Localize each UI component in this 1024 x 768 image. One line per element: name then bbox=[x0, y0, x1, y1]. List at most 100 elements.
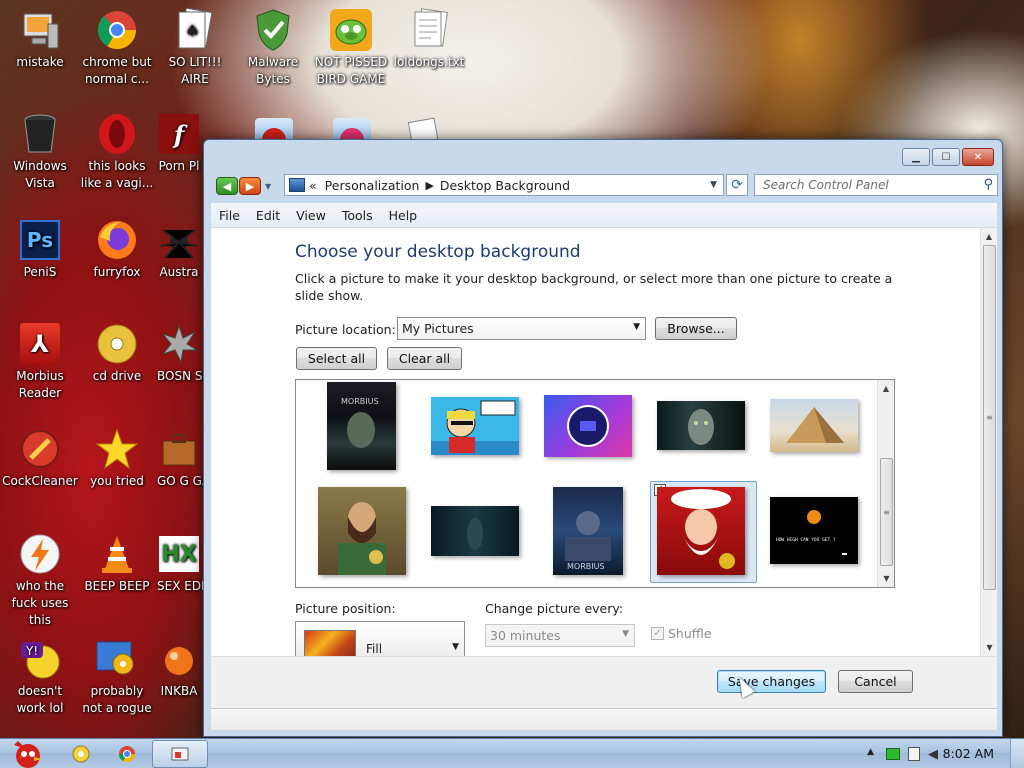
thumbnail-purple-logo[interactable] bbox=[544, 395, 632, 457]
menu-help[interactable]: Help bbox=[381, 208, 426, 223]
desktop-icon-spider[interactable]: Austra bbox=[155, 218, 203, 281]
partial-pig-icon bbox=[333, 118, 371, 140]
picture-location-select[interactable]: My Pictures ▼ bbox=[397, 317, 646, 340]
desktop-icon-morbius-reader[interactable]: ⅄ Morbius Reader bbox=[0, 322, 80, 402]
desktop-icon-furryfox[interactable]: furryfox bbox=[77, 218, 157, 281]
desktop-icon-probably-not-rogue[interactable]: probably not a rogue bbox=[77, 637, 157, 717]
desktop-icon-cockcleaner[interactable]: CockCleaner bbox=[0, 427, 80, 490]
menu-file[interactable]: File bbox=[211, 208, 248, 223]
breadcrumb-desktop-background[interactable]: Desktop Background bbox=[440, 178, 570, 193]
back-button[interactable]: ◀ bbox=[216, 177, 238, 195]
gallery-scroll-up-icon[interactable]: ▲ bbox=[878, 380, 894, 397]
gears-icon bbox=[95, 637, 139, 681]
thumbnail-pyramid[interactable] bbox=[770, 399, 858, 452]
pdf-reader-icon: ⅄ bbox=[18, 322, 62, 366]
breadcrumb-separator-icon[interactable]: ▶ bbox=[425, 179, 433, 192]
breadcrumb-prefix[interactable]: « bbox=[309, 178, 317, 193]
close-button[interactable]: ✕ bbox=[962, 148, 994, 166]
desktop-icon-bird-game[interactable]: NOT PISSED BIRD GAME bbox=[311, 8, 391, 88]
tray-battery-icon[interactable] bbox=[886, 748, 900, 760]
gallery-scroll-down-icon[interactable]: ▼ bbox=[878, 570, 894, 587]
desktop-icon-solitaire[interactable]: ♠ SO LIT!!! AIRE bbox=[155, 8, 235, 88]
thumbnail-morbius-poster-2[interactable]: MORBIUS bbox=[553, 487, 623, 575]
picture-position-select[interactable]: Fill ▼ bbox=[295, 621, 465, 656]
desktop-icon-loldongs[interactable]: loldongs.txt bbox=[389, 8, 469, 71]
inkball-icon bbox=[157, 637, 201, 681]
refresh-button[interactable]: ⟳ bbox=[726, 174, 748, 196]
search-placeholder: Search Control Panel bbox=[763, 178, 889, 192]
picture-location-value: My Pictures bbox=[402, 321, 474, 336]
menu-edit[interactable]: Edit bbox=[248, 208, 288, 223]
thumbnail-game-screen[interactable]: HOW HIGH CAN YOU GET ? bbox=[770, 497, 858, 564]
taskbar-chrome-button[interactable] bbox=[112, 740, 142, 768]
picture-position-value: Fill bbox=[366, 642, 383, 656]
maximize-button[interactable]: ☐ bbox=[932, 148, 960, 166]
partial-text-file-icon bbox=[405, 116, 445, 140]
desktop-icon-you-tried[interactable]: you tried bbox=[77, 427, 157, 490]
shuffle-label: Shuffle bbox=[668, 626, 712, 641]
thumbnail-morbius-face[interactable] bbox=[657, 401, 745, 450]
position-preview-image bbox=[304, 630, 356, 656]
tray-volume-icon[interactable]: ◀ bbox=[928, 747, 938, 762]
desktop-icon-malwarebytes[interactable]: Malware Bytes bbox=[233, 8, 313, 88]
flash-icon: f bbox=[157, 112, 201, 156]
desktop-icon-who-uses-this[interactable]: who the fuck uses this bbox=[0, 532, 80, 629]
desktop-icon-inkball[interactable]: INKBA bbox=[155, 637, 203, 700]
desktop-icon-beep-beep[interactable]: BEEP BEEP bbox=[77, 532, 157, 595]
partial-angry-bird-icon bbox=[255, 118, 293, 140]
page-title: Choose your desktop background bbox=[295, 242, 581, 262]
scroll-up-icon[interactable]: ▲ bbox=[981, 228, 997, 245]
browse-button[interactable]: Browse... bbox=[655, 317, 737, 340]
thumbnail-painted-portrait[interactable] bbox=[318, 487, 406, 575]
thumbnail-morbius-poster-1[interactable]: MORBIUS bbox=[327, 382, 396, 470]
cancel-button[interactable]: Cancel bbox=[838, 670, 913, 693]
yahoo-icon: Y! bbox=[18, 637, 62, 681]
gallery-scroll-thumb[interactable]: ≡ bbox=[880, 458, 893, 566]
picture-position-label: Picture position: bbox=[295, 601, 396, 616]
vlc-icon bbox=[95, 532, 139, 576]
desktop-icon-porn-player[interactable]: f Porn Pl bbox=[155, 112, 203, 175]
desktop-icon-chrome[interactable]: chrome but normal c... bbox=[77, 8, 157, 88]
address-bar[interactable]: « Personalization ▶ Desktop Background ▼ bbox=[284, 174, 724, 196]
tray-network-icon[interactable] bbox=[908, 747, 920, 761]
scroll-down-icon[interactable]: ▼ bbox=[981, 639, 997, 656]
menu-tools[interactable]: Tools bbox=[334, 208, 381, 223]
gallery-scrollbar[interactable]: ▲ ≡ ▼ bbox=[877, 380, 894, 587]
desktop-icon-opera[interactable]: this looks like a vagi... bbox=[77, 112, 157, 192]
desktop-icon-cd-drive[interactable]: cd drive bbox=[77, 322, 157, 385]
select-all-button[interactable]: Select all bbox=[296, 347, 377, 370]
desktop-icon-sex-edition[interactable]: HX SEX EDITIO bbox=[155, 532, 203, 595]
start-button[interactable] bbox=[2, 740, 50, 768]
thumbnail-santa[interactable] bbox=[657, 487, 745, 575]
content-scroll-thumb[interactable]: ≡ bbox=[983, 245, 996, 590]
address-dropdown-icon[interactable]: ▼ bbox=[710, 180, 717, 190]
chrome-icon bbox=[95, 8, 139, 52]
recycle-bin-icon bbox=[18, 112, 62, 156]
desktop-icon-mistake[interactable]: mistake bbox=[0, 8, 80, 71]
taskbar-control-panel-button[interactable] bbox=[152, 740, 208, 768]
content-scrollbar[interactable]: ▲ ≡ ▼ bbox=[980, 228, 997, 656]
menu-view[interactable]: View bbox=[288, 208, 334, 223]
desktop-icon-penis[interactable]: Ps PeniS bbox=[0, 218, 80, 281]
show-desktop-button[interactable] bbox=[1010, 739, 1024, 768]
minimize-button[interactable]: ▁ bbox=[902, 148, 930, 166]
desktop-icon-gadget[interactable]: GO G GADGE bbox=[155, 427, 203, 490]
clear-all-button[interactable]: Clear all bbox=[387, 347, 462, 370]
window-controls: ▁ ☐ ✕ bbox=[902, 148, 994, 166]
desktop-icon-doesnt-work[interactable]: Y! doesn't work lol bbox=[0, 637, 80, 717]
forward-button[interactable]: ▶ bbox=[239, 177, 261, 195]
navigation-bar: ◀ ▶ ▼ « Personalization ▶ Desktop Backgr… bbox=[216, 174, 998, 198]
search-input[interactable]: Search Control Panel ⚲ bbox=[754, 174, 998, 196]
clock[interactable]: 8:02 AM bbox=[943, 746, 994, 761]
hx-icon: HX bbox=[157, 532, 201, 576]
tray-show-hidden-icon[interactable]: ▲ bbox=[867, 747, 874, 757]
taskbar-explorer-button[interactable] bbox=[66, 740, 96, 768]
shuffle-check-icon: ✓ bbox=[651, 627, 664, 640]
thumbnail-cartoon-man[interactable] bbox=[431, 397, 519, 455]
desktop-icon-bosn[interactable]: BOSN SIMULA bbox=[155, 322, 203, 385]
search-icon[interactable]: ⚲ bbox=[983, 177, 993, 192]
thumbnail-dark-scene[interactable] bbox=[431, 506, 519, 556]
breadcrumb-personalization[interactable]: Personalization bbox=[325, 178, 420, 193]
recent-pages-dropdown[interactable]: ▼ bbox=[265, 182, 271, 191]
desktop-icon-windows-vista[interactable]: Windows Vista bbox=[0, 112, 80, 192]
